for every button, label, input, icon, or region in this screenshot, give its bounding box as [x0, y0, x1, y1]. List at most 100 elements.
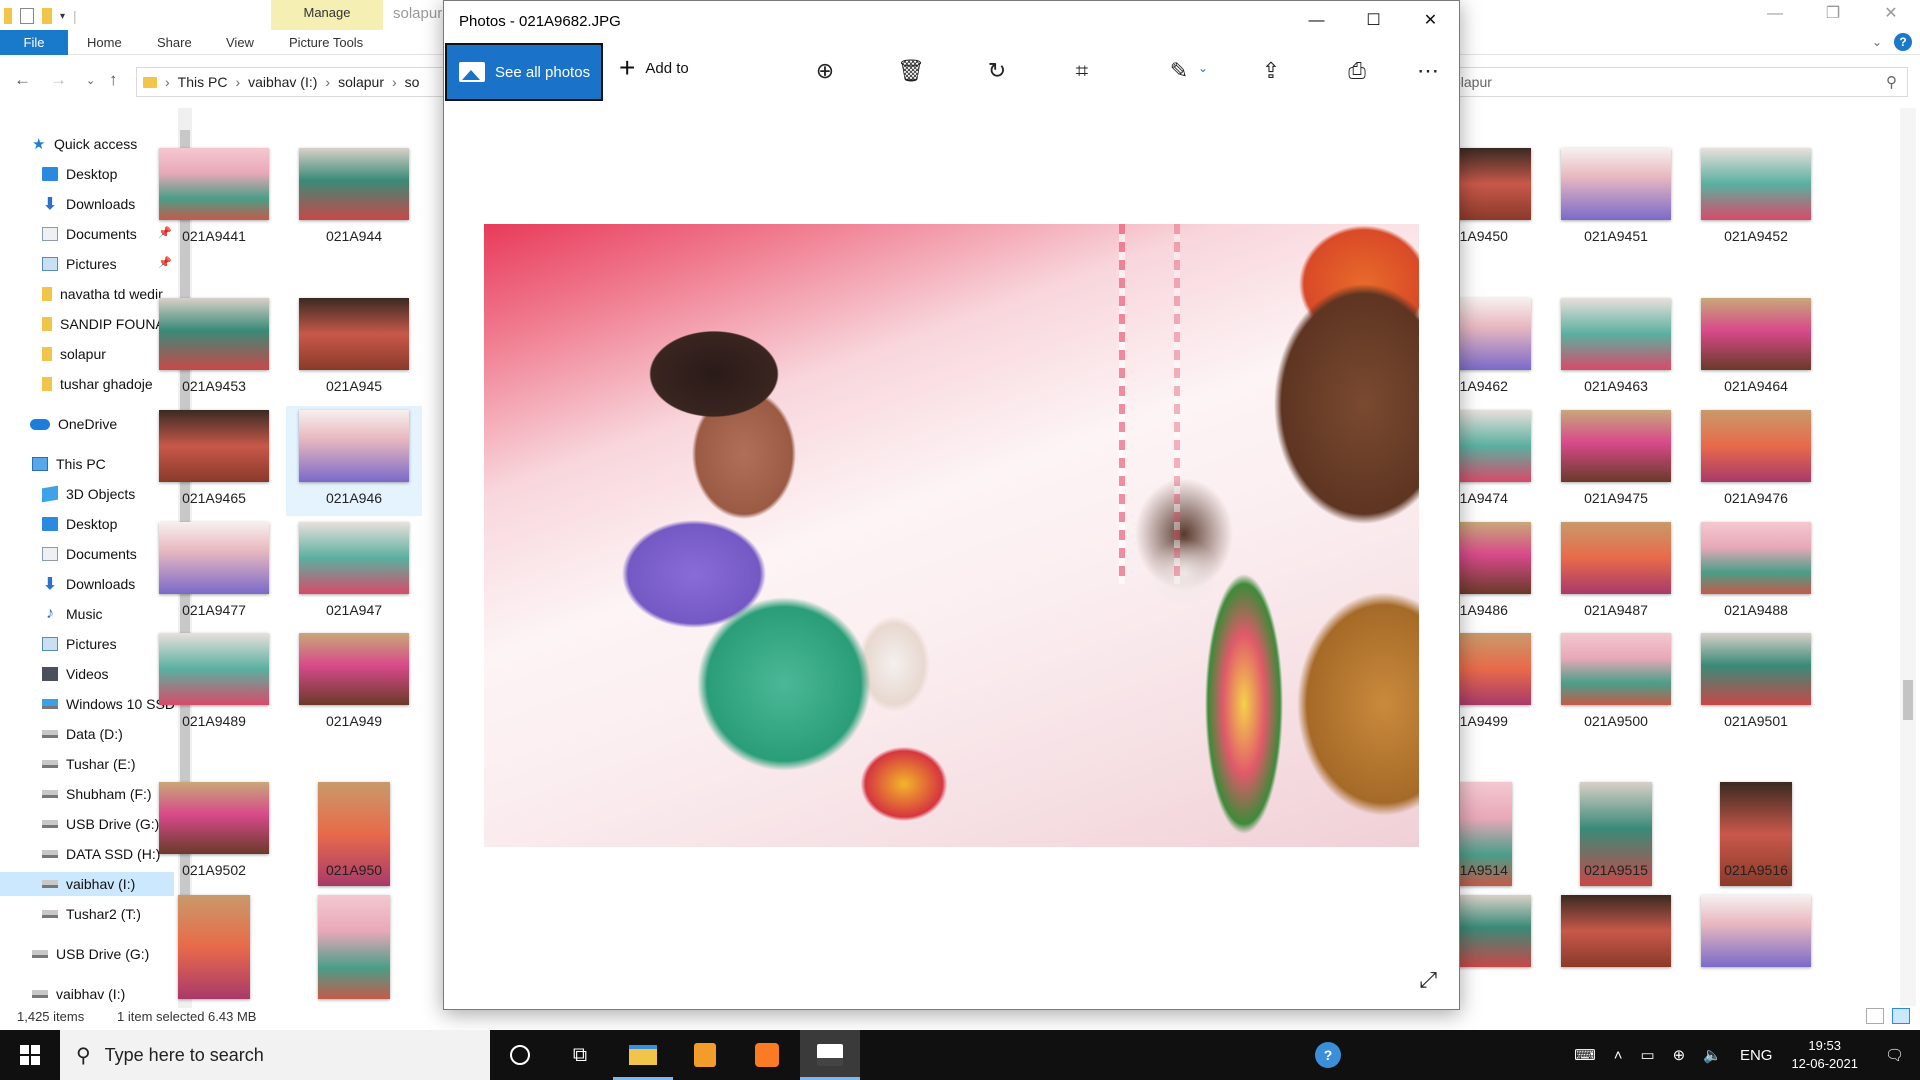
- cortana-button[interactable]: [490, 1030, 550, 1080]
- properties-icon[interactable]: [20, 8, 34, 24]
- file-thumbnail[interactable]: 021A9487: [1548, 518, 1684, 628]
- file-thumbnail[interactable]: [146, 891, 282, 999]
- file-thumbnail[interactable]: 021A947: [286, 518, 422, 628]
- rotate-icon[interactable]: ↻: [981, 55, 1013, 87]
- crop-icon[interactable]: ⌗: [1066, 55, 1098, 87]
- edit-icon[interactable]: ✎: [1163, 55, 1195, 87]
- file-thumbnail[interactable]: [1548, 891, 1684, 991]
- breadcrumb-subfolder[interactable]: so: [405, 74, 420, 90]
- delete-icon[interactable]: 🗑: [895, 55, 927, 87]
- recent-locations-icon[interactable]: ⌄: [86, 74, 95, 87]
- breadcrumb-this-pc[interactable]: This PC: [178, 74, 228, 90]
- file-thumbnail[interactable]: 021A9464: [1688, 294, 1824, 404]
- tab-share[interactable]: Share: [157, 30, 192, 55]
- clock[interactable]: 19:53 12-06-2021: [1791, 1037, 1858, 1073]
- print-icon[interactable]: ⎙: [1341, 55, 1373, 87]
- tab-picture-tools[interactable]: Picture Tools: [289, 30, 363, 55]
- minimize-button[interactable]: —: [1746, 0, 1804, 30]
- volume-icon[interactable]: 🔈: [1703, 1046, 1722, 1064]
- nav-pictures[interactable]: Pictures: [42, 252, 195, 276]
- file-thumbnail[interactable]: [286, 891, 422, 999]
- file-thumbnail[interactable]: 021A944: [286, 144, 422, 254]
- file-thumbnail[interactable]: 021A9441: [146, 144, 282, 254]
- thumbnail-image: [159, 522, 269, 594]
- file-thumbnail[interactable]: 021A9516: [1688, 778, 1824, 888]
- file-thumbnail[interactable]: 021A9515: [1548, 778, 1684, 888]
- thumbnail-image: [1561, 410, 1671, 482]
- file-thumbnail[interactable]: 021A9477: [146, 518, 282, 628]
- share-icon[interactable]: ⇪: [1255, 55, 1287, 87]
- search-input[interactable]: olapur ⚲: [1444, 67, 1908, 97]
- content-scrollbar[interactable]: [1900, 108, 1916, 1006]
- usb-drive-icon: [42, 820, 58, 828]
- thumbnail-image: [299, 148, 409, 220]
- breadcrumb-drive[interactable]: vaibhav (I:): [248, 74, 317, 90]
- chevron-up-icon[interactable]: ˄: [1614, 1047, 1623, 1064]
- file-thumbnail[interactable]: 021A949: [286, 629, 422, 739]
- taskbar-sublime[interactable]: [675, 1030, 735, 1080]
- up-arrow-icon[interactable]: ↑: [109, 70, 118, 90]
- file-thumbnail[interactable]: 021A945: [286, 294, 422, 404]
- expand-ribbon-icon[interactable]: ⌄: [1872, 35, 1882, 49]
- folder-icon[interactable]: [4, 8, 12, 24]
- file-thumbnail[interactable]: 021A9502: [146, 778, 282, 888]
- nav-drive-e[interactable]: Tushar (E:): [42, 752, 195, 776]
- back-arrow-icon[interactable]: ←: [14, 70, 31, 90]
- address-bar[interactable]: › This PC › vaibhav (I:) › solapur › so: [136, 67, 446, 97]
- file-thumbnail[interactable]: [1688, 891, 1824, 991]
- large-icons-view-icon[interactable]: [1892, 1008, 1910, 1024]
- forward-arrow-icon[interactable]: →: [50, 70, 67, 90]
- taskbar-file-explorer[interactable]: [613, 1030, 673, 1080]
- zoom-icon[interactable]: ⊕: [809, 55, 841, 87]
- help-icon[interactable]: ?: [1894, 33, 1912, 51]
- taskbar-search-box[interactable]: ⚲ Type here to search: [60, 1030, 490, 1080]
- file-thumbnail[interactable]: 021A9489: [146, 629, 282, 739]
- fullscreen-icon[interactable]: ⤢: [1419, 967, 1437, 993]
- add-to-button[interactable]: + Add to: [619, 54, 689, 82]
- taskbar-xampp[interactable]: [737, 1030, 797, 1080]
- language-indicator[interactable]: ENG: [1740, 1047, 1773, 1064]
- taskbar-help[interactable]: ?: [1298, 1030, 1358, 1080]
- task-view-button[interactable]: ⧉: [550, 1030, 610, 1080]
- customize-qat-icon[interactable]: ▾: [60, 11, 65, 22]
- taskbar-photos[interactable]: [800, 1030, 860, 1080]
- notification-icon[interactable]: 🗨: [1885, 1046, 1904, 1064]
- file-thumbnail[interactable]: 021A9476: [1688, 406, 1824, 516]
- new-folder-icon[interactable]: [42, 8, 52, 24]
- download-icon: ⬇: [43, 196, 57, 213]
- scrollbar-thumb[interactable]: [1903, 680, 1913, 720]
- network-icon[interactable]: ⊕: [1673, 1046, 1686, 1064]
- restore-button[interactable]: ❐: [1804, 0, 1862, 30]
- more-icon[interactable]: ⋯: [1412, 55, 1444, 87]
- chevron-down-icon[interactable]: ⌄: [1198, 61, 1208, 75]
- nav-label: 3D Objects: [66, 486, 136, 502]
- tab-view[interactable]: View: [226, 30, 254, 55]
- file-thumbnail[interactable]: 021A9453: [146, 294, 282, 404]
- file-thumbnail[interactable]: 021A950: [286, 778, 422, 888]
- details-view-icon[interactable]: [1866, 1008, 1884, 1024]
- file-thumbnail[interactable]: 021A9451: [1548, 144, 1684, 254]
- file-thumbnail[interactable]: 021A9475: [1548, 406, 1684, 516]
- file-thumbnail[interactable]: 021A946: [286, 406, 422, 516]
- search-icon[interactable]: ⚲: [1886, 73, 1897, 91]
- file-thumbnail[interactable]: 021A9463: [1548, 294, 1684, 404]
- nav-label: Desktop: [66, 166, 118, 182]
- close-button[interactable]: ✕: [1402, 1, 1459, 41]
- manage-context-tab[interactable]: Manage: [271, 0, 383, 30]
- keyboard-icon[interactable]: ⌨: [1574, 1046, 1596, 1064]
- file-thumbnail[interactable]: 021A9500: [1548, 629, 1684, 739]
- drive-icon: [42, 730, 58, 738]
- tab-file[interactable]: File: [0, 30, 68, 55]
- file-thumbnail[interactable]: 021A9488: [1688, 518, 1824, 628]
- maximize-button[interactable]: ☐: [1345, 1, 1402, 41]
- minimize-button[interactable]: —: [1288, 1, 1345, 41]
- battery-icon[interactable]: ▭: [1640, 1046, 1654, 1064]
- file-thumbnail[interactable]: 021A9452: [1688, 144, 1824, 254]
- tab-home[interactable]: Home: [87, 30, 122, 55]
- file-thumbnail[interactable]: 021A9465: [146, 406, 282, 516]
- file-thumbnail[interactable]: 021A9501: [1688, 629, 1824, 739]
- see-all-photos-button[interactable]: See all photos: [445, 43, 603, 101]
- start-button[interactable]: [0, 1030, 60, 1080]
- breadcrumb-solapur[interactable]: solapur: [338, 74, 384, 90]
- close-button[interactable]: ✕: [1862, 0, 1920, 30]
